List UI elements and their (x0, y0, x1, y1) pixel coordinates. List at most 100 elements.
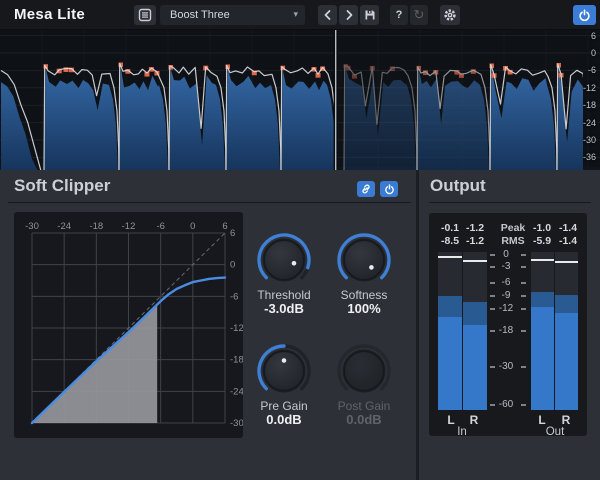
db-scale-label: -36 (583, 152, 596, 162)
power-icon (578, 9, 591, 22)
scale-tick (490, 254, 495, 256)
bypass-power-button[interactable] (573, 5, 596, 25)
next-preset-button[interactable] (339, 5, 358, 25)
waveform-left-panel (1, 62, 337, 170)
waveform-display: 60-6-12-18-24-30-36 (0, 30, 600, 170)
chevron-left-icon (321, 8, 335, 22)
gear-icon (443, 8, 457, 22)
titlebar: Mesa Lite Boost Three ▾ (0, 0, 600, 30)
meter-cap-segment (555, 295, 578, 313)
scale-tick (521, 308, 526, 310)
scale-tick (490, 295, 495, 297)
db-scale-label: 0 (591, 48, 596, 58)
threshold-knob-graphic (252, 228, 316, 292)
graph-y-label: 0 (230, 260, 235, 271)
stereo-link-button[interactable] (357, 181, 375, 197)
meter-level-segment (555, 313, 578, 410)
softness-knob-graphic (332, 228, 396, 292)
peak-value-in-r: -1.2 (466, 222, 484, 234)
settings-button[interactable] (440, 5, 460, 25)
scale-tick (521, 404, 526, 406)
graph-x-label: -24 (57, 221, 71, 232)
scale-label: -6 (502, 277, 511, 288)
scale-label: -18 (499, 325, 513, 336)
meter-level-segment (438, 317, 462, 410)
scale-label: 0 (503, 249, 509, 260)
output-title: Output (430, 176, 486, 196)
db-scale-label: 6 (591, 31, 596, 41)
chevron-down-icon: ▾ (293, 5, 298, 24)
softness-knob-label: Softness (309, 288, 419, 302)
chevron-right-icon (342, 8, 356, 22)
graph-y-label: -18 (230, 355, 243, 366)
clipper-power-button[interactable] (380, 181, 398, 197)
peak-value-out-r: -1.4 (559, 222, 577, 234)
graph-x-label: -18 (89, 221, 103, 232)
scale-label: -30 (499, 361, 513, 372)
graph-x-label: 6 (222, 221, 227, 232)
group-label-in: In (457, 426, 467, 438)
prev-preset-button[interactable] (318, 5, 337, 25)
group-label-out: Out (546, 426, 565, 438)
meter-cap-segment (531, 292, 554, 307)
meter-cap-segment (463, 302, 487, 325)
peak-hold-line (531, 259, 554, 261)
graph-y-label: -12 (230, 323, 243, 334)
meter-bar-out-l (531, 252, 554, 410)
pre-gain-knob[interactable] (252, 339, 316, 403)
graph-x-label: -12 (122, 221, 136, 232)
rms-value-out-r: -1.4 (559, 235, 577, 247)
peak-hold-line (555, 261, 578, 263)
meter-bar-in-r (463, 252, 487, 410)
db-scale-label: -6 (588, 65, 596, 75)
post-gain-knob-label: Post Gain (309, 399, 419, 413)
scale-tick (521, 266, 526, 268)
save-preset-button[interactable] (360, 5, 379, 25)
post-gain-knob[interactable] (332, 339, 396, 403)
scale-tick (490, 404, 495, 406)
rms-label: RMS (501, 235, 524, 247)
save-icon (363, 8, 377, 22)
refresh-icon: ↻ (414, 7, 425, 23)
db-scale-label: -30 (583, 135, 596, 145)
scale-tick (490, 330, 495, 332)
waveform-right-panel (344, 63, 600, 170)
scale-tick (521, 295, 526, 297)
softness-knob[interactable] (332, 228, 396, 292)
channel-label-in-r: R (470, 413, 479, 427)
peak-hold-line (463, 260, 487, 262)
channel-label-out-r: R (562, 413, 571, 427)
db-scale-label: -24 (583, 118, 596, 128)
plugin-window: Mesa Lite Boost Three ▾ (0, 0, 600, 480)
header-divider (8, 202, 411, 203)
peak-value-in-l: -0.1 (441, 222, 459, 234)
refresh-button[interactable]: ↻ (410, 5, 428, 25)
graph-x-label: -30 (25, 221, 39, 232)
softness-knob-value: 100% (309, 301, 419, 316)
help-icon: ? (396, 9, 403, 21)
preset-browser-button[interactable] (134, 5, 156, 25)
threshold-knob[interactable] (252, 228, 316, 292)
scale-tick (521, 330, 526, 332)
scale-tick (521, 254, 526, 256)
graph-x-label: 0 (190, 221, 195, 232)
preset-selector[interactable]: Boost Three ▾ (160, 5, 305, 25)
meter-cap-segment (438, 296, 462, 317)
pre-gain-knob-graphic (252, 339, 316, 403)
scale-tick (490, 282, 495, 284)
waveform-svg (0, 30, 600, 170)
graph-x-label: -6 (156, 221, 164, 232)
link-icon (360, 183, 372, 195)
db-scale-label: -18 (583, 100, 596, 110)
peak-label: Peak (501, 222, 526, 234)
scale-tick (490, 266, 495, 268)
scale-label: -60 (499, 399, 513, 410)
preset-list-icon (138, 8, 152, 22)
graph-y-label: -24 (230, 386, 243, 397)
meter-level-segment (463, 325, 487, 410)
scale-tick (490, 308, 495, 310)
channel-label-out-l: L (538, 413, 545, 427)
scale-tick (490, 366, 495, 368)
help-button[interactable]: ? (390, 5, 408, 25)
scale-label: -3 (502, 261, 511, 272)
